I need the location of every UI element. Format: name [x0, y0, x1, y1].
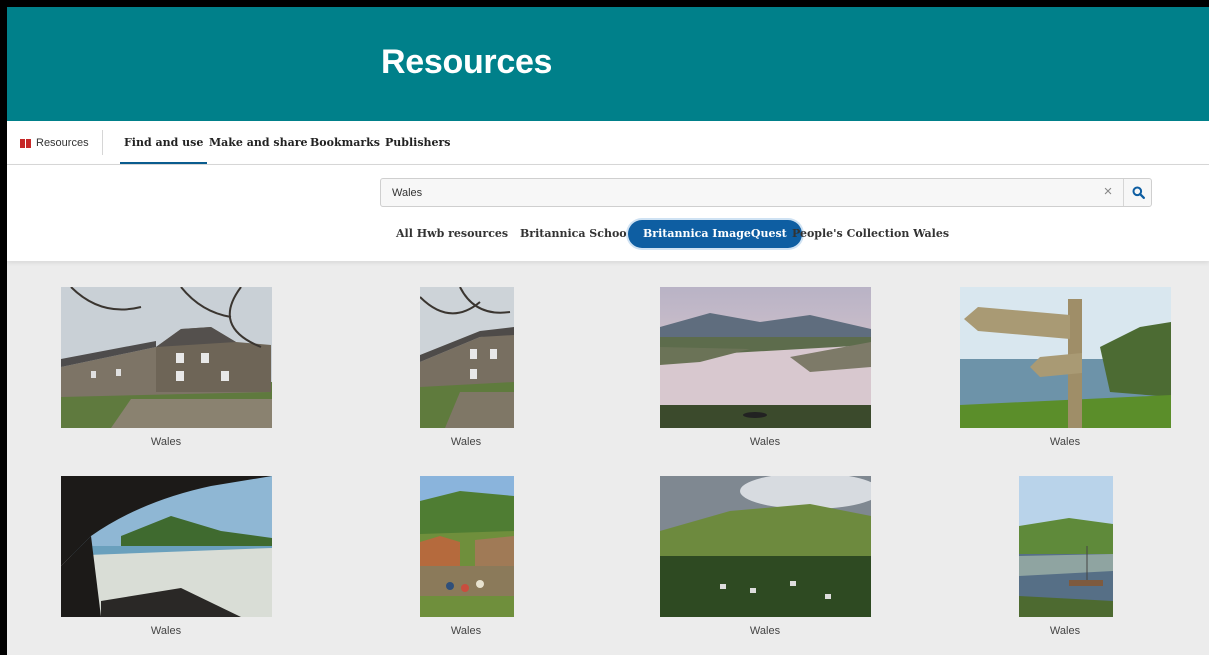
tab-peoples-collection-wales[interactable]: People's Collection Wales — [792, 220, 949, 248]
tab-britannica-school[interactable]: Britannica School — [520, 220, 631, 248]
page-title: Resources — [381, 43, 553, 81]
nav-publishers[interactable]: Publishers — [385, 136, 451, 149]
result-card[interactable]: Wales — [615, 450, 915, 637]
tab-britannica-imagequest[interactable]: Britannica ImageQuest — [628, 220, 802, 248]
result-image-river-estuary[interactable] — [660, 287, 871, 428]
result-caption: Wales — [450, 436, 482, 448]
search-box: × — [380, 178, 1152, 207]
page: Resources Resources Find and use Make an… — [7, 7, 1209, 655]
tab-all-hwb-resources[interactable]: All Hwb resources — [396, 220, 508, 248]
resources-home-link[interactable]: Resources — [20, 135, 89, 151]
result-caption: Wales — [749, 436, 781, 448]
nav-make-and-share[interactable]: Make and share — [209, 136, 308, 149]
search-icon — [1132, 186, 1145, 199]
source-tabs: All Hwb resources Britannica School Brit… — [7, 220, 1209, 250]
result-caption: Wales — [749, 625, 781, 637]
result-image-farm-visitors[interactable] — [420, 476, 514, 617]
result-caption: Wales — [150, 625, 182, 637]
result-image-coastal-path-signpost[interactable] — [960, 287, 1171, 428]
result-card[interactable]: Wales — [316, 450, 616, 637]
result-image-stone-houses-portrait[interactable] — [420, 287, 514, 428]
result-caption: Wales — [1049, 625, 1081, 637]
result-card[interactable]: Wales — [16, 450, 316, 637]
result-caption: Wales — [150, 436, 182, 448]
nav-divider — [102, 130, 103, 155]
nav-bookmarks[interactable]: Bookmarks — [310, 136, 380, 149]
book-icon — [20, 138, 31, 148]
result-image-beach-from-cave[interactable] — [61, 476, 272, 617]
result-image-harbour-boats[interactable] — [1019, 476, 1113, 617]
result-card[interactable]: Wales — [615, 261, 915, 448]
nav-find-and-use[interactable]: Find and use — [119, 136, 208, 164]
result-card[interactable]: Wales — [915, 450, 1209, 637]
result-caption: Wales — [1049, 436, 1081, 448]
result-image-hillside-village[interactable] — [660, 476, 871, 617]
search-input[interactable] — [381, 179, 1092, 206]
results-grid: Wales Wales Wales Wales Wales Wales Wale… — [7, 261, 1209, 655]
result-card[interactable]: Wales — [316, 261, 616, 448]
resources-home-label: Resources — [36, 137, 89, 149]
search-button[interactable] — [1123, 179, 1152, 206]
search-area: × All Hwb resources Britannica School Br… — [7, 165, 1209, 261]
result-image-stone-terraced-houses[interactable] — [61, 287, 272, 428]
page-banner: Resources — [7, 7, 1209, 121]
result-card[interactable]: Wales — [915, 261, 1209, 448]
result-card[interactable]: Wales — [16, 261, 316, 448]
result-caption: Wales — [450, 625, 482, 637]
secondary-nav: Resources Find and use Make and share Bo… — [7, 121, 1209, 165]
clear-icon[interactable]: × — [1100, 184, 1116, 200]
